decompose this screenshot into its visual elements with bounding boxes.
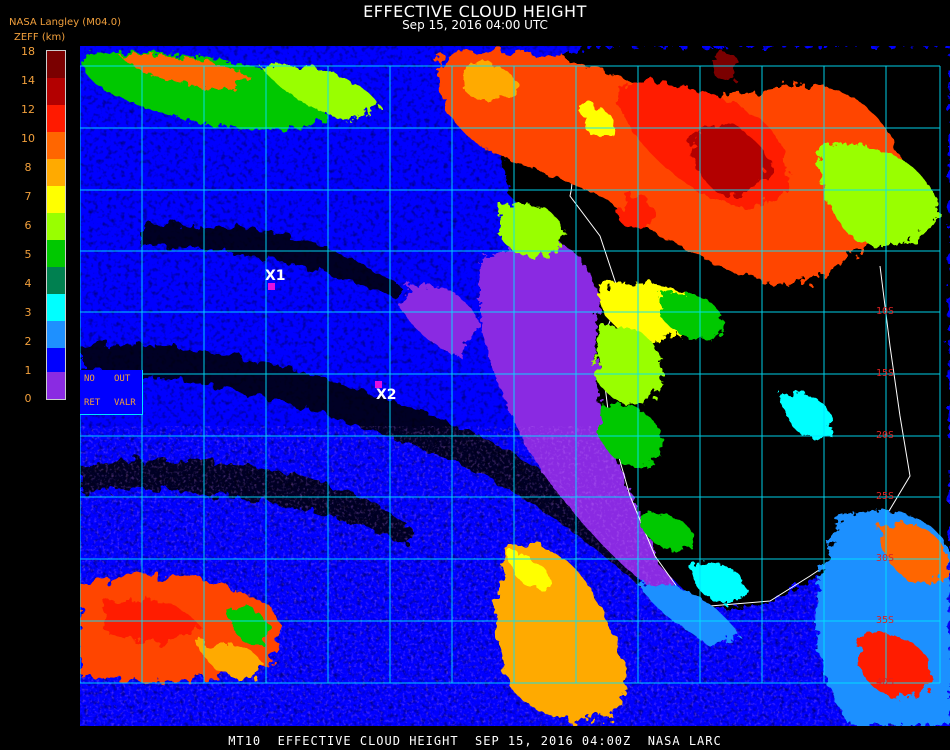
legend-tick: 8 bbox=[24, 161, 32, 174]
map-subtitle: Sep 15, 2016 04:00 UTC bbox=[402, 18, 548, 32]
marker-x2-label: X2 bbox=[376, 387, 397, 403]
lat-label: 20S bbox=[876, 430, 895, 441]
legend-swatch bbox=[47, 294, 65, 321]
lat-label: 35S bbox=[876, 615, 895, 626]
lat-label: 10S bbox=[876, 306, 895, 317]
lat-label: 40S bbox=[876, 677, 895, 688]
legend-tick: 2 bbox=[24, 335, 32, 348]
legend-tick: 10 bbox=[21, 132, 35, 145]
legend-tick: 3 bbox=[24, 306, 32, 319]
legend-tick: 6 bbox=[24, 219, 32, 232]
ret-label: RET bbox=[84, 398, 101, 408]
legend-swatch bbox=[47, 159, 65, 186]
legend-tick: 12 bbox=[21, 103, 35, 116]
legend-tick: 14 bbox=[21, 74, 35, 87]
legend-swatch bbox=[47, 267, 65, 294]
marker-x1-label: X1 bbox=[265, 268, 286, 284]
legend-tick: 7 bbox=[24, 190, 32, 203]
cloud-height-image bbox=[80, 46, 950, 726]
marker-x1 bbox=[268, 283, 275, 290]
legend-swatch bbox=[47, 240, 65, 267]
no-label: NO bbox=[84, 374, 95, 384]
footer-caption: MT10 EFFECTIVE CLOUD HEIGHT SEP 15, 2016… bbox=[228, 734, 722, 748]
legend-swatch bbox=[47, 132, 65, 159]
legend-tick: 1 bbox=[24, 364, 32, 377]
valr-label: VALR bbox=[114, 398, 136, 408]
legend-swatch bbox=[47, 372, 65, 399]
out-label: OUT bbox=[114, 374, 131, 384]
legend-swatch bbox=[47, 51, 65, 78]
legend-swatch bbox=[47, 186, 65, 213]
legend-tick: 0 bbox=[24, 392, 32, 405]
code-box: NO OUT RET VALR bbox=[80, 370, 143, 415]
lat-label: 30S bbox=[876, 553, 895, 564]
legend-tick: 18 bbox=[21, 45, 35, 58]
legend-tick: 5 bbox=[24, 248, 32, 261]
legend-swatch bbox=[47, 348, 65, 372]
legend-swatch bbox=[47, 105, 65, 132]
units-label: ZEFF (km) bbox=[14, 32, 66, 43]
legend-swatch bbox=[47, 213, 65, 240]
lat-label: 15S bbox=[876, 368, 895, 379]
legend-tick: 4 bbox=[24, 277, 32, 290]
organization-label: NASA Langley (M04.0) bbox=[9, 17, 121, 28]
legend-swatch bbox=[47, 321, 65, 348]
color-legend bbox=[46, 50, 66, 400]
legend-swatch bbox=[47, 78, 65, 105]
satellite-map: NO OUT RET VALR 10S 15S 20S 25S 30S 35S … bbox=[80, 46, 950, 726]
lat-label: 25S bbox=[876, 491, 895, 502]
